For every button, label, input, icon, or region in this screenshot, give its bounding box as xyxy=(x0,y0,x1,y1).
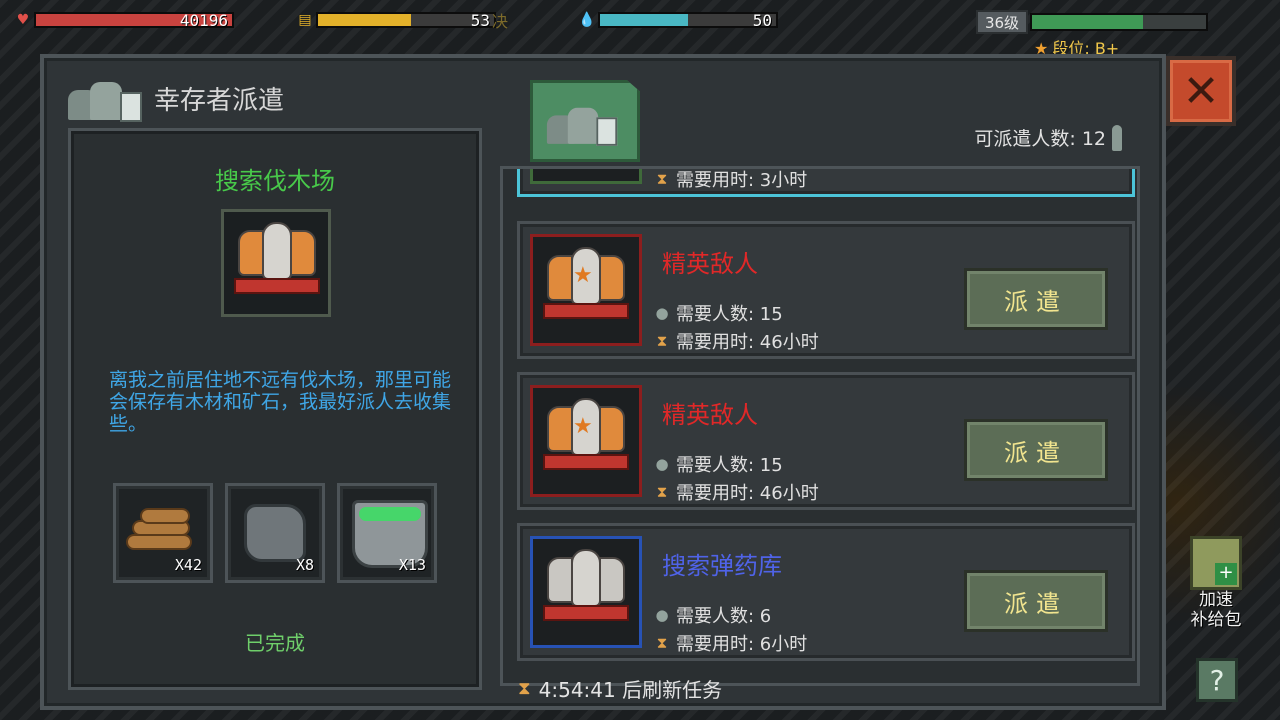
speedup-supply-button[interactable]: + 加速 补给包 xyxy=(1186,536,1246,630)
player-level: 36级 xyxy=(976,10,1028,34)
hourglass-icon: ⧗ xyxy=(656,332,668,350)
health-track: 40196 xyxy=(34,11,234,30)
dispatch-panel: 幸存者派遣 搜索伐木场 离我之前居住地不远有伐木场，那里可能会保存有木材和矿石，… xyxy=(40,54,1166,710)
wood-icon xyxy=(126,508,196,558)
mission-card[interactable]: ★ 精英敌人 ● 需要人数: 15 ⧗ 需要用时: 46小时 派遣 xyxy=(517,221,1135,359)
water-track: 50 xyxy=(598,11,778,30)
food-track: 53 xyxy=(316,11,496,30)
time-required: 需要用时: 46小时 xyxy=(676,332,819,353)
hourglass-icon: ⧗ xyxy=(656,483,668,501)
panel-header: 幸存者派遣 xyxy=(68,72,284,124)
mission-card[interactable]: 搜索弹药库 ● 需要人数: 6 ⧗ 需要用时: 6小时 派遣 xyxy=(517,523,1135,661)
refresh-text: 4:54:41 后刷新任务 xyxy=(538,678,723,702)
refresh-timer: ⧗ 4:54:41 后刷新任务 xyxy=(518,674,722,703)
hourglass-icon: ⧗ xyxy=(656,170,668,188)
time-line: ⧗ 需要用时: 3小时 xyxy=(654,169,808,192)
people-line: ● 需要人数: 15 xyxy=(654,451,783,477)
xp-bar xyxy=(1030,13,1208,31)
time-line: ⧗ 需要用时: 46小时 xyxy=(654,479,819,505)
supply-label-1: 加速 xyxy=(1199,590,1233,610)
time-line: ⧗ 需要用时: 46小时 xyxy=(654,328,819,354)
star-icon: ★ xyxy=(573,414,593,439)
dispatch-button[interactable]: 派遣 xyxy=(964,419,1108,481)
time-line: ⧗ 需要用时: 6小时 xyxy=(654,630,808,656)
food-value: 53 xyxy=(470,11,490,30)
food-bar: ▤ 53 xyxy=(296,10,496,30)
eagle-emblem-icon: ★ xyxy=(530,234,642,346)
eagle-emblem-icon xyxy=(221,209,331,317)
reward-water: X13 xyxy=(337,483,437,583)
heart-icon: ♥ xyxy=(16,12,30,28)
reward-qty: X13 xyxy=(398,556,426,574)
mission-detail: 搜索伐木场 离我之前居住地不远有伐木场，那里可能会保存有木材和矿石，我最好派人去… xyxy=(68,128,482,690)
dispatch-button[interactable]: 派遣 xyxy=(964,570,1108,632)
detail-title: 搜索伐木场 xyxy=(215,167,335,195)
detail-description: 离我之前居住地不远有伐木场，那里可能会保存有木材和矿石，我最好派人去收集些。 xyxy=(109,369,452,435)
health-value: 40196 xyxy=(179,11,228,30)
time-required: 需要用时: 3小时 xyxy=(676,170,808,191)
panel-title: 幸存者派遣 xyxy=(154,85,285,116)
person-icon: ● xyxy=(655,455,669,473)
burger-icon: ▤ xyxy=(298,12,312,28)
supply-pack-icon: + xyxy=(1190,536,1242,590)
dispatch-count-label: 可派遣人数: 12 xyxy=(974,128,1106,150)
xp-fill xyxy=(1032,15,1144,29)
close-button[interactable]: ✕ xyxy=(1166,56,1236,126)
reward-qty: X42 xyxy=(174,556,202,574)
eagle-icon: ★ xyxy=(543,247,629,331)
people-required: 需要人数: 15 xyxy=(676,304,783,325)
food-fill xyxy=(318,14,412,26)
time-required: 需要用时: 46小时 xyxy=(676,483,819,504)
water-value: 50 xyxy=(752,11,772,30)
hourglass-icon: ⧗ xyxy=(656,634,668,652)
reward-qty: X8 xyxy=(295,556,314,574)
survivors-icon xyxy=(68,72,144,124)
tab-survivor-dispatch[interactable] xyxy=(530,80,640,162)
mission-card[interactable]: ⧗ 需要用时: 3小时 xyxy=(517,169,1135,197)
help-button[interactable]: ? xyxy=(1196,658,1238,702)
reward-stone: X8 xyxy=(225,483,325,583)
hourglass-icon: ⧗ xyxy=(518,678,531,699)
reward-list: X42 X8 X13 xyxy=(113,483,437,583)
dispatch-count: 可派遣人数: 12 xyxy=(974,124,1122,151)
eagle-emblem-icon xyxy=(530,536,642,648)
survivors-icon xyxy=(546,98,619,147)
dispatch-button[interactable]: 派遣 xyxy=(964,268,1108,330)
eagle-emblem-icon: ★ xyxy=(530,385,642,497)
star-icon: ★ xyxy=(573,263,593,288)
mission-list[interactable]: ⧗ 需要用时: 3小时 ★ 精英敌人 ● 需要人数: 15 ⧗ 需要用时: 46… xyxy=(500,166,1140,686)
people-line: ● 需要人数: 6 xyxy=(654,602,771,628)
food-extra-text: 决 xyxy=(492,12,509,31)
reward-wood: X42 xyxy=(113,483,213,583)
mission-name: 搜索弹药库 xyxy=(662,552,782,580)
mission-name: 精英敌人 xyxy=(662,401,758,429)
time-required: 需要用时: 6小时 xyxy=(676,634,808,655)
mission-name: 精英敌人 xyxy=(662,250,758,278)
stone-icon xyxy=(244,504,306,562)
health-bar: ♥ 40196 xyxy=(14,10,234,30)
supply-label-2: 补给包 xyxy=(1190,610,1242,630)
water-fill xyxy=(600,14,688,26)
water-bar: 💧 50 xyxy=(578,10,778,30)
people-line: ● 需要人数: 15 xyxy=(654,300,783,326)
people-required: 需要人数: 6 xyxy=(676,606,772,627)
water-drop-icon: 💧 xyxy=(578,12,596,28)
eagle-icon xyxy=(234,222,320,306)
person-icon xyxy=(1112,124,1122,151)
people-required: 需要人数: 15 xyxy=(676,455,783,476)
person-icon: ● xyxy=(655,304,669,322)
person-icon: ● xyxy=(655,606,669,624)
eagle-emblem-icon xyxy=(530,169,642,184)
mission-status: 已完成 xyxy=(245,631,305,655)
mission-card[interactable]: ★ 精英敌人 ● 需要人数: 15 ⧗ 需要用时: 46小时 派遣 xyxy=(517,372,1135,510)
eagle-icon: ★ xyxy=(543,398,629,482)
eagle-icon xyxy=(543,549,629,633)
